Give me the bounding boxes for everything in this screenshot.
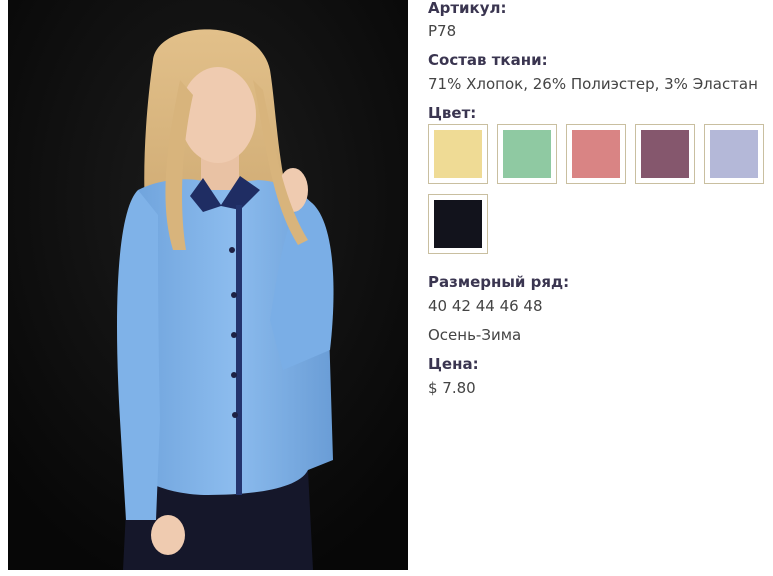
color-swatch-plum[interactable] xyxy=(635,124,695,184)
swatch-chip xyxy=(572,130,620,178)
article-label: Артикул: xyxy=(428,0,507,17)
swatch-chip xyxy=(641,130,689,178)
fabric-value: 71% Хлопок, 26% Полиэстер, 3% Эластан xyxy=(428,75,758,93)
fabric-label: Состав ткани: xyxy=(428,51,548,69)
color-swatch-pink[interactable] xyxy=(566,124,626,184)
swatch-chip xyxy=(434,200,482,248)
color-label: Цвет: xyxy=(428,104,477,122)
color-swatch-lavender[interactable] xyxy=(704,124,764,184)
swatch-chip xyxy=(503,130,551,178)
product-photo xyxy=(8,0,408,570)
color-swatch-black[interactable] xyxy=(428,194,488,254)
size-label: Размерный ряд: xyxy=(428,273,570,291)
size-value: 40 42 44 46 48 xyxy=(428,297,543,315)
season-value: Осень-Зима xyxy=(428,326,522,344)
color-swatch-yellow[interactable] xyxy=(428,124,488,184)
price-label: Цена: xyxy=(428,355,479,373)
swatch-chip xyxy=(434,130,482,178)
swatch-chip xyxy=(710,130,758,178)
color-swatch-mint[interactable] xyxy=(497,124,557,184)
article-value: P78 xyxy=(428,22,457,40)
price-value: $ 7.80 xyxy=(428,379,476,397)
